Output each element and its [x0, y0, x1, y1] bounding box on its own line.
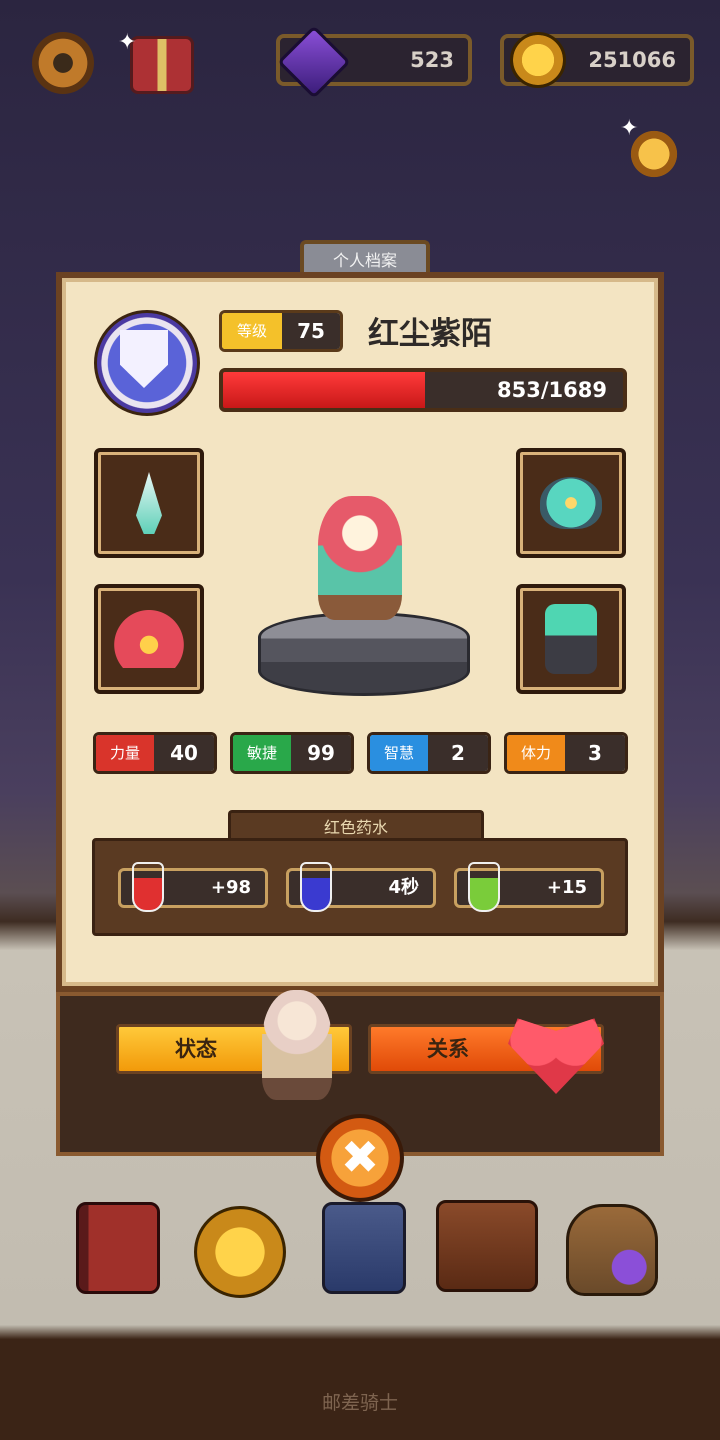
- stat-strength: 力量 40: [93, 732, 217, 774]
- gem-count: 523: [410, 48, 454, 72]
- stat-wisdom: 智慧 2: [367, 732, 491, 774]
- heart-potion-icon: [132, 862, 164, 912]
- gift-box-icon[interactable]: [130, 36, 194, 94]
- stat-value: 40: [154, 735, 214, 771]
- loot-sack-icon[interactable]: [566, 1204, 658, 1296]
- status-button-label: 状态: [175, 1037, 217, 1061]
- cards-icon[interactable]: [322, 1202, 406, 1294]
- crest-icon: [540, 477, 602, 529]
- book-icon[interactable]: [76, 1202, 160, 1294]
- stat-label: 敏捷: [233, 735, 291, 771]
- level-badge: 等级 75: [219, 310, 343, 352]
- stat-label: 智慧: [370, 735, 428, 771]
- footer-title: 邮差骑士: [321, 1392, 398, 1414]
- stat-value: 2: [428, 735, 488, 771]
- pedestal: [258, 612, 470, 696]
- sparkle-icon: ✦: [620, 116, 639, 141]
- sparkle-icon: ✦: [118, 30, 137, 55]
- potion-value: +15: [546, 877, 587, 898]
- accessory-slot[interactable]: [516, 448, 626, 558]
- stat-value: 99: [291, 735, 351, 771]
- armor-slot[interactable]: [516, 584, 626, 694]
- star-coin-icon[interactable]: [194, 1206, 286, 1298]
- bag-icon[interactable]: [436, 1200, 538, 1292]
- stat-agility: 敏捷 99: [230, 732, 354, 774]
- stat-value: 3: [565, 735, 625, 771]
- player-name: 红尘紫陌: [368, 316, 492, 352]
- helmet-icon: [114, 610, 184, 668]
- level-label: 等级: [222, 313, 282, 349]
- shield-potion-icon: [468, 862, 500, 912]
- stat-label: 力量: [96, 735, 154, 771]
- armor-icon: [545, 604, 597, 674]
- settings-gear-icon[interactable]: [32, 32, 94, 94]
- postman-character: [262, 990, 332, 1100]
- helmet-slot[interactable]: [94, 584, 204, 694]
- stat-stamina: 体力 3: [504, 732, 628, 774]
- coin-count: 251066: [588, 48, 676, 72]
- relation-button-label: 关系: [427, 1037, 469, 1061]
- hp-bar: 853/1689: [219, 368, 627, 412]
- sword-icon: [136, 472, 162, 534]
- level-value: 75: [282, 313, 340, 349]
- hero-character: [318, 496, 402, 620]
- close-icon: ✖: [340, 1130, 380, 1184]
- potion-value: +98: [210, 877, 251, 898]
- stat-label: 体力: [507, 735, 565, 771]
- coin-icon: [510, 32, 566, 88]
- hp-bar-fill: [223, 372, 425, 408]
- hp-text: 853/1689: [497, 378, 607, 402]
- weapon-slot[interactable]: [94, 448, 204, 558]
- potion-value: 4秒: [388, 877, 419, 898]
- close-button[interactable]: ✖: [316, 1114, 404, 1202]
- hourglass-potion-icon: [300, 862, 332, 912]
